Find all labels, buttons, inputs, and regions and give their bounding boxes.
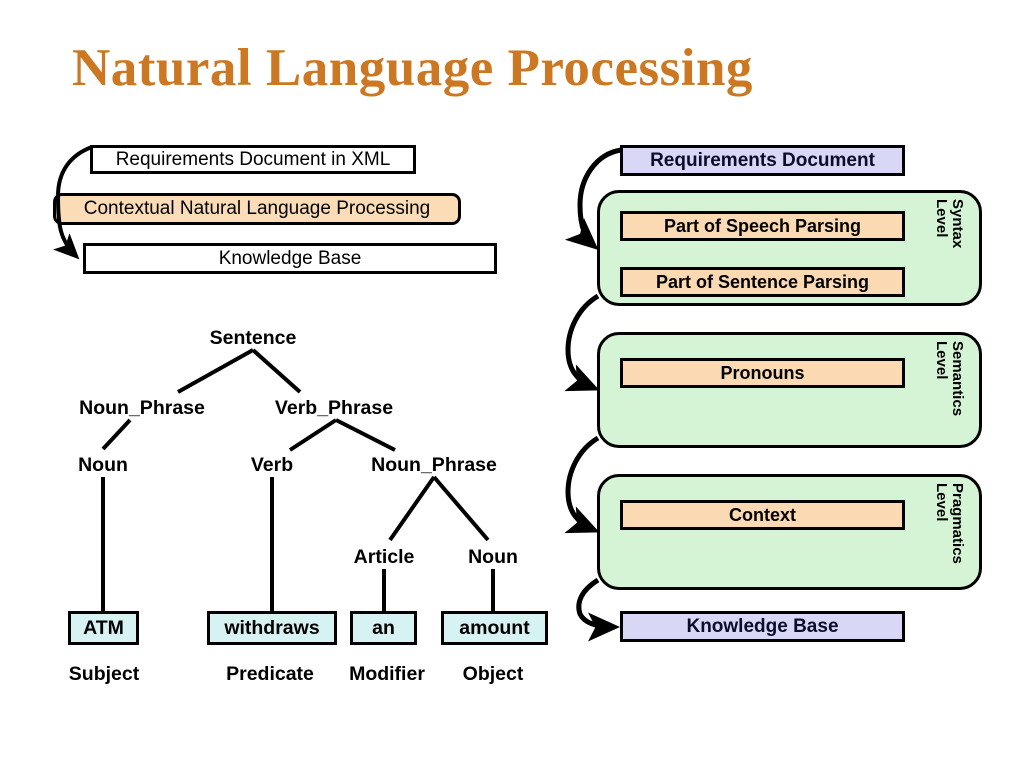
tree-node-noun-subject-label: Noun xyxy=(78,454,128,476)
role-label-object-text: Object xyxy=(462,663,524,685)
tree-node-noun-subject: Noun xyxy=(78,454,128,477)
pipeline-input-requirements-document: Requirements Document xyxy=(620,145,905,176)
tree-edge-sentence-verbphrase xyxy=(251,348,302,394)
pipeline-output-label: Knowledge Base xyxy=(686,615,839,637)
role-label-predicate: Predicate xyxy=(226,663,314,686)
tree-edge-sentence-nounphrase xyxy=(177,348,254,394)
tree-node-verb-phrase-label: Verb_Phrase xyxy=(274,397,394,419)
pipeline-item-part-of-speech-parsing: Part of Speech Parsing xyxy=(620,211,905,241)
pipeline-item-part-of-sentence-parsing: Part of Sentence Parsing xyxy=(620,267,905,297)
tree-node-noun-object-label: Noun xyxy=(468,546,518,568)
tree-node-noun-phrase-left: Noun_Phrase xyxy=(79,397,205,420)
pipeline-item-pronouns: Pronouns xyxy=(620,358,905,388)
left-box-knowledge-base-label: Knowledge Base xyxy=(218,247,362,269)
left-box-contextual-nlp: Contextual Natural Language Processing xyxy=(53,193,461,225)
tree-node-noun-phrase-left-label: Noun_Phrase xyxy=(79,397,205,419)
tree-node-verb: Verb xyxy=(251,454,293,477)
level-label-semantics: Semantics xyxy=(948,341,966,417)
leaf-box-an: an xyxy=(350,611,417,645)
level-label-syntax-line2: Level xyxy=(932,199,950,238)
leaf-box-amount: amount xyxy=(441,611,548,645)
tree-node-article: Article xyxy=(354,546,415,569)
level-label-semantics-line1: Semantics xyxy=(948,341,966,417)
tree-edge-nounphrase-nounobject xyxy=(432,475,490,542)
pipeline-arrow-syntax-to-semantics xyxy=(564,293,600,392)
pipeline-group-pragmatics-level xyxy=(597,474,982,590)
tree-edge-verbphrase-verb xyxy=(288,418,338,452)
left-box-contextual-nlp-label: Contextual Natural Language Processing xyxy=(83,198,431,219)
tree-node-noun-object: Noun xyxy=(468,546,518,569)
level-label-syntax-level: Level xyxy=(932,199,950,238)
tree-node-verb-phrase: Verb_Phrase xyxy=(275,397,393,420)
level-label-semantics-line2: Level xyxy=(932,341,950,380)
pipeline-arrow-semantics-to-pragmatics xyxy=(564,435,600,534)
role-label-subject: Subject xyxy=(69,663,139,686)
tree-node-noun-phrase-right-label: Noun_Phrase xyxy=(371,454,497,476)
role-label-object: Object xyxy=(463,663,524,686)
tree-node-article-label: Article xyxy=(353,546,415,568)
slide-canvas: Natural Language Processing Requirements… xyxy=(0,0,1024,768)
pipeline-item-context: Context xyxy=(620,500,905,530)
pipeline-input-label: Requirements Document xyxy=(650,149,875,171)
level-label-pragmatics-level: Level xyxy=(932,483,950,522)
tree-node-noun-phrase-right: Noun_Phrase xyxy=(371,454,497,477)
tree-edge-nounphrase-noun xyxy=(101,418,132,451)
pipeline-output-knowledge-base: Knowledge Base xyxy=(620,611,905,642)
tree-node-sentence-label: Sentence xyxy=(209,327,297,349)
left-box-requirements-document-xml-label: Requirements Document in XML xyxy=(115,148,391,170)
leaf-box-atm-word: ATM xyxy=(83,616,124,639)
role-label-modifier-text: Modifier xyxy=(349,663,425,685)
level-label-syntax-line1: Syntax xyxy=(948,199,966,249)
leaf-box-amount-word: amount xyxy=(459,616,530,639)
role-label-predicate-text: Predicate xyxy=(226,663,314,685)
leaf-box-atm: ATM xyxy=(68,611,139,645)
level-label-pragmatics-line2: Level xyxy=(932,483,950,522)
level-label-semantics-level: Level xyxy=(932,341,950,380)
left-box-requirements-document-xml: Requirements Document in XML xyxy=(90,145,416,174)
role-label-subject-text: Subject xyxy=(68,663,140,685)
level-label-pragmatics: Pragmatics xyxy=(948,483,966,564)
leaf-box-an-word: an xyxy=(372,616,395,639)
role-label-modifier: Modifier xyxy=(349,663,425,686)
tree-edge-verbphrase-nounphrase xyxy=(335,418,396,452)
tree-node-sentence: Sentence xyxy=(210,327,297,350)
pipeline-item-part-of-speech-parsing-label: Part of Speech Parsing xyxy=(663,215,862,236)
page-title: Natural Language Processing xyxy=(72,39,753,97)
tree-node-verb-label: Verb xyxy=(250,454,294,476)
level-label-pragmatics-line1: Pragmatics xyxy=(948,483,966,564)
pipeline-item-context-label: Context xyxy=(729,504,796,525)
tree-edge-nounphrase-article xyxy=(388,475,436,542)
level-label-syntax: Syntax xyxy=(948,199,966,249)
leaf-box-withdraws-word: withdraws xyxy=(224,616,320,639)
pipeline-item-pronouns-label: Pronouns xyxy=(720,362,805,383)
leaf-box-withdraws: withdraws xyxy=(207,611,337,645)
pipeline-group-semantics-level xyxy=(597,332,982,448)
left-box-knowledge-base: Knowledge Base xyxy=(83,243,497,274)
pipeline-item-part-of-sentence-parsing-label: Part of Sentence Parsing xyxy=(655,271,870,292)
